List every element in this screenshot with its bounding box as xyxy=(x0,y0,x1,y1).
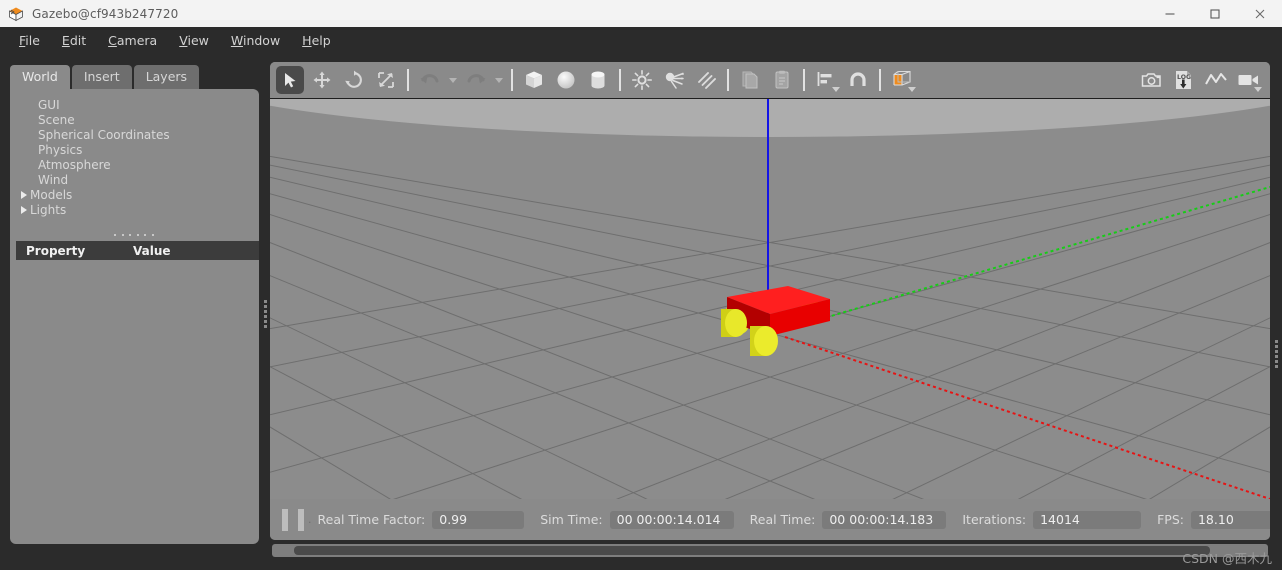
column-header-value: Value xyxy=(133,243,171,258)
window-title: Gazebo@cf943b247720 xyxy=(32,6,179,21)
window-controls xyxy=(1147,0,1282,27)
watermark-text: CSDN @西木九 xyxy=(1182,551,1272,566)
property-table-header: Property Value xyxy=(16,241,259,260)
rotate-mode-button[interactable] xyxy=(340,66,368,94)
horizontal-scrollbar-thumb[interactable] xyxy=(294,546,1210,555)
video-record-button[interactable] xyxy=(1234,66,1262,94)
maximize-button[interactable] xyxy=(1192,0,1237,27)
column-header-property: Property xyxy=(26,243,86,258)
tree-item-models[interactable]: Models xyxy=(10,187,259,202)
window-titlebar: Gazebo@cf943b247720 xyxy=(0,0,1282,27)
log-record-button[interactable]: LOG xyxy=(1170,66,1198,94)
undo-dropdown-chevron-down-icon[interactable] xyxy=(446,66,460,94)
status-sim-time: Sim Time: 00 00:00:14.014 xyxy=(526,510,734,529)
insert-sphere-button[interactable] xyxy=(552,66,580,94)
tree-item-atmosphere[interactable]: Atmosphere xyxy=(10,157,259,172)
viewport-toolbar: LOG xyxy=(270,62,1270,99)
toolbar-separator xyxy=(727,69,729,91)
insert-point-light-button[interactable] xyxy=(628,66,656,94)
toolbar-separator xyxy=(803,69,805,91)
toolbar-separator xyxy=(879,69,881,91)
real-time-label: Real Time: xyxy=(749,512,816,527)
menu-view[interactable]: View xyxy=(168,29,220,53)
panel-resize-grip[interactable] xyxy=(114,232,154,237)
chevron-right-icon[interactable] xyxy=(18,204,30,216)
panel-tabs: World Insert Layers xyxy=(10,64,259,89)
main-area: World Insert Layers GUI Scene Spherical … xyxy=(0,54,1282,570)
tree-item-gui[interactable]: GUI xyxy=(10,97,259,112)
fps-label: FPS: xyxy=(1157,512,1184,527)
plot-button[interactable] xyxy=(1202,66,1230,94)
robot-wheel-front-left xyxy=(721,309,747,337)
left-panel: World Insert Layers GUI Scene Spherical … xyxy=(10,64,259,544)
status-real-time: Real Time: 00 00:00:14.183 xyxy=(736,510,947,529)
left-splitter-handle[interactable] xyxy=(263,300,268,328)
gazebo-cube-icon xyxy=(8,6,24,22)
toolbar-separator xyxy=(619,69,621,91)
scene-canvas xyxy=(270,99,1270,499)
iterations-value: 14014 xyxy=(1033,510,1142,529)
iterations-label: Iterations: xyxy=(962,512,1027,527)
undo-button[interactable] xyxy=(416,66,444,94)
status-fps: FPS: 18.10 xyxy=(1143,510,1270,529)
real-time-factor-value: 0.99 xyxy=(432,510,525,529)
translate-mode-button[interactable] xyxy=(308,66,336,94)
pause-icon[interactable] xyxy=(282,508,304,531)
world-tree-panel: GUI Scene Spherical Coordinates Physics … xyxy=(10,89,259,544)
redo-button[interactable] xyxy=(462,66,490,94)
insert-box-button[interactable] xyxy=(520,66,548,94)
insert-cylinder-button[interactable] xyxy=(584,66,612,94)
copy-button[interactable] xyxy=(736,66,764,94)
minimize-button[interactable] xyxy=(1147,0,1192,27)
menu-edit[interactable]: Edit xyxy=(51,29,97,53)
tree-item-scene[interactable]: Scene xyxy=(10,112,259,127)
insert-directional-light-button[interactable] xyxy=(692,66,720,94)
video-dropdown-chevron-down-icon[interactable] xyxy=(1254,87,1262,92)
snap-button[interactable] xyxy=(844,66,872,94)
3d-viewport[interactable] xyxy=(270,99,1270,499)
view-dropdown-chevron-down-icon[interactable] xyxy=(908,87,916,92)
tab-insert[interactable]: Insert xyxy=(71,65,132,89)
insert-spot-light-button[interactable] xyxy=(660,66,688,94)
render-area: LOG . Real Time Factor: 0.99 Sim Time: 0… xyxy=(270,62,1270,540)
fps-value: 18.10 xyxy=(1190,510,1270,529)
world-tree: GUI Scene Spherical Coordinates Physics … xyxy=(10,97,259,217)
redo-dropdown-chevron-down-icon[interactable] xyxy=(492,66,506,94)
sim-time-label: Sim Time: xyxy=(540,512,603,527)
screenshot-button[interactable] xyxy=(1138,66,1166,94)
toolbar-separator xyxy=(407,69,409,91)
robot-wheel-front-right xyxy=(750,326,778,356)
sim-time-value: 00 00:00:14.014 xyxy=(609,510,734,529)
real-time-factor-label: Real Time Factor: xyxy=(317,512,426,527)
tab-layers[interactable]: Layers xyxy=(133,65,200,89)
scale-mode-button[interactable] xyxy=(372,66,400,94)
toolbar-separator xyxy=(511,69,513,91)
menu-window[interactable]: Window xyxy=(220,29,291,53)
right-splitter-handle[interactable] xyxy=(1274,340,1279,368)
tree-item-physics[interactable]: Physics xyxy=(10,142,259,157)
status-iterations: Iterations: 14014 xyxy=(948,510,1142,529)
menu-file[interactable]: File xyxy=(8,29,51,53)
real-time-value: 00 00:00:14.183 xyxy=(822,510,947,529)
tree-item-wind[interactable]: Wind xyxy=(10,172,259,187)
chevron-right-icon[interactable] xyxy=(18,189,30,201)
paste-button[interactable] xyxy=(768,66,796,94)
menu-camera[interactable]: Camera xyxy=(97,29,168,53)
view-transparency-button[interactable] xyxy=(888,66,916,94)
simulation-statusbar: . Real Time Factor: 0.99 Sim Time: 00 00… xyxy=(270,499,1270,540)
align-dropdown-chevron-down-icon[interactable] xyxy=(832,87,840,92)
select-mode-button[interactable] xyxy=(276,66,304,94)
close-button[interactable] xyxy=(1237,0,1282,27)
status-real-time-factor: Real Time Factor: 0.99 xyxy=(317,510,525,529)
tab-world[interactable]: World xyxy=(10,65,70,89)
menu-help[interactable]: Help xyxy=(291,29,342,53)
statusbar-dot: . xyxy=(308,513,312,526)
tree-item-lights[interactable]: Lights xyxy=(10,202,259,217)
align-button[interactable] xyxy=(812,66,840,94)
horizontal-scrollbar[interactable] xyxy=(272,544,1268,557)
menubar: File Edit Camera View Window Help xyxy=(0,27,1282,54)
tree-item-spherical-coordinates[interactable]: Spherical Coordinates xyxy=(10,127,259,142)
toolbar-right-group: LOG xyxy=(1136,66,1270,94)
